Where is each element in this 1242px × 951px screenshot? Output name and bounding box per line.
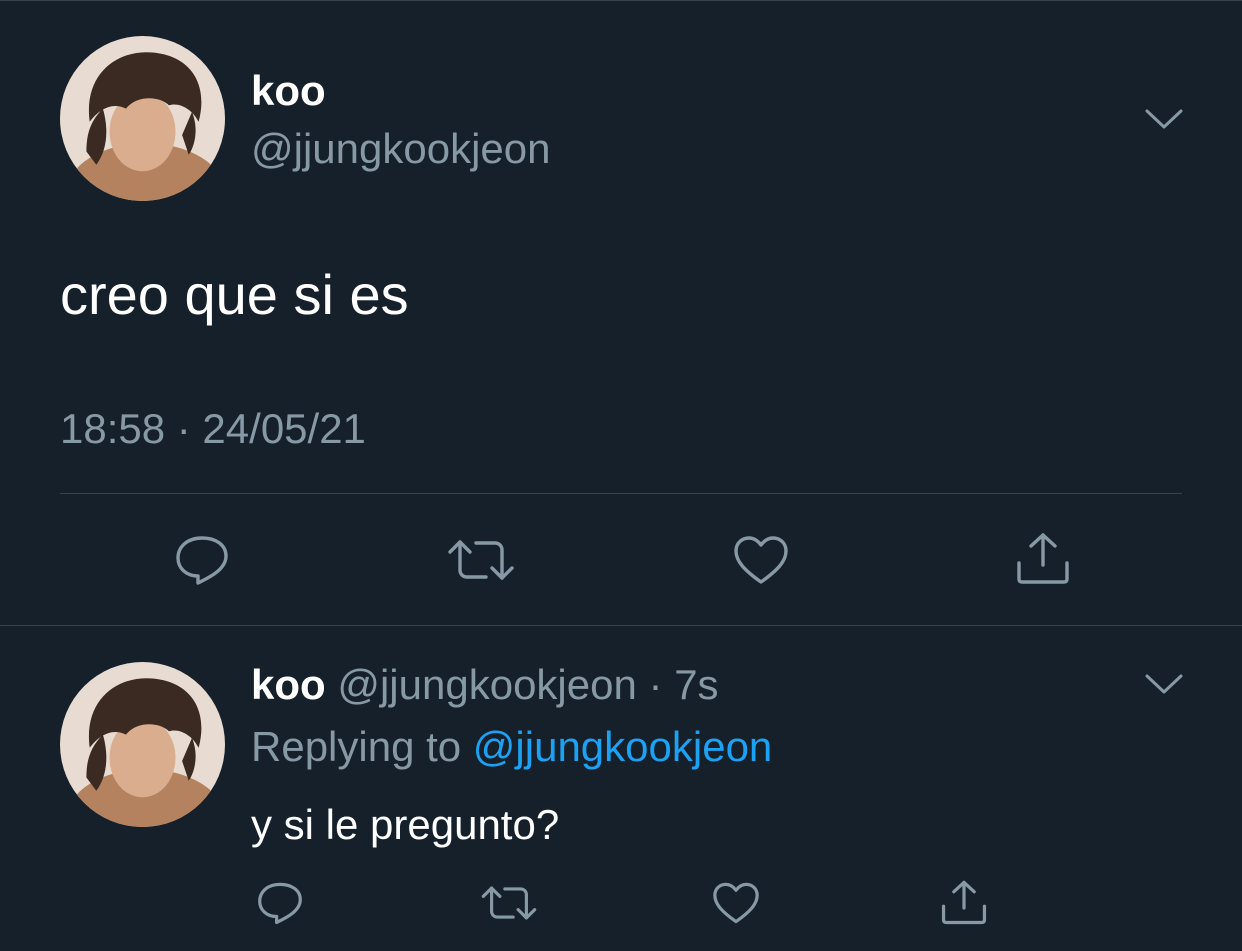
heart-icon — [713, 882, 759, 924]
reply-author-handle[interactable]: @jjungkookjeon — [337, 661, 637, 708]
divider — [60, 493, 1182, 494]
replying-to: Replying to @jjungkookjeon — [251, 722, 772, 772]
reply-icon — [258, 882, 302, 925]
retweet-icon — [481, 886, 537, 920]
reply-author-name[interactable]: koo — [251, 661, 326, 708]
author-name[interactable]: koo — [251, 66, 326, 116]
chevron-down-icon[interactable] — [1144, 107, 1184, 131]
reply-retweet-button[interactable] — [480, 880, 538, 926]
reply-header: koo @jjungkookjeon · 7s — [251, 660, 719, 710]
author-handle[interactable]: @jjungkookjeon — [251, 124, 551, 174]
share-icon — [1017, 533, 1069, 584]
replying-to-label: Replying to — [251, 723, 462, 770]
reply-reply-button[interactable] — [255, 880, 305, 926]
main-tweet: koo @jjungkookjeon creo que si es 18:58 … — [0, 0, 1242, 626]
retweet-button[interactable] — [446, 532, 516, 588]
avatar[interactable] — [60, 36, 225, 201]
tweet-separator — [0, 625, 1242, 626]
reply-icon — [176, 536, 228, 585]
chevron-down-icon[interactable] — [1144, 672, 1184, 696]
separator-dot: · — [648, 661, 663, 708]
reply-text: y si le pregunto? — [251, 801, 560, 848]
replying-to-link[interactable]: @jjungkookjeon — [473, 723, 773, 770]
retweet-icon — [448, 540, 514, 580]
share-button[interactable] — [1012, 530, 1074, 586]
tweet-timestamp[interactable]: 18:58 · 24/05/21 — [60, 404, 366, 454]
reply-time[interactable]: 7s — [674, 661, 718, 708]
tweet-text: creo que si es — [60, 263, 409, 326]
heart-icon — [734, 536, 788, 584]
reply-like-button[interactable] — [710, 880, 762, 926]
reply-share-button[interactable] — [938, 878, 990, 926]
share-icon — [941, 880, 987, 925]
like-button[interactable] — [730, 532, 792, 588]
reply-avatar[interactable] — [60, 662, 225, 827]
reply-button[interactable] — [172, 532, 232, 588]
